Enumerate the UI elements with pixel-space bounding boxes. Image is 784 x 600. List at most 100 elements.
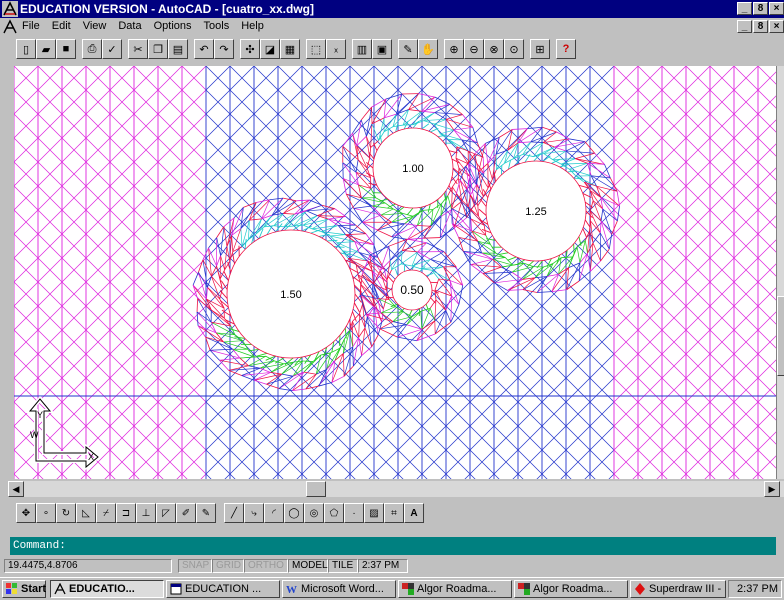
zoom-previous-icon[interactable]: ⊙ — [504, 39, 524, 59]
grid-toggle[interactable]: GRID — [212, 559, 244, 573]
copy-icon[interactable]: ❐ — [148, 39, 168, 59]
rotate-icon[interactable]: ↻ — [56, 503, 76, 523]
properties-icon[interactable]: ▥ — [352, 39, 372, 59]
vertical-scrollbar[interactable] — [776, 66, 784, 479]
mesh-edge — [86, 474, 110, 479]
doc-minimize-button[interactable]: _ — [737, 20, 752, 33]
mesh-edge — [248, 234, 256, 240]
mesh-edge — [266, 376, 293, 384]
erase-icon[interactable]: ✐ — [176, 503, 196, 523]
horizontal-scrollbar[interactable]: ◀ ▶ — [14, 481, 784, 497]
mesh-edge — [612, 221, 618, 235]
drawing-canvas[interactable]: 1.001.251.500.50 Y X W — [14, 66, 776, 479]
menu-options[interactable]: Options — [154, 20, 192, 32]
block-icon[interactable]: ⌗ — [384, 503, 404, 523]
snap-toggle[interactable]: SNAP — [178, 559, 212, 573]
copy-object-icon[interactable]: ∘ — [36, 503, 56, 523]
undo-icon[interactable]: ↶ — [194, 39, 214, 59]
break-icon[interactable]: ⊥ — [136, 503, 156, 523]
mesh-edge — [417, 226, 431, 227]
zoom-all-icon[interactable]: ⊗ — [484, 39, 504, 59]
mesh-edge — [575, 153, 594, 158]
command-line[interactable]: Command: — [10, 537, 776, 555]
task-word[interactable]: W Microsoft Word... — [282, 580, 396, 598]
menu-file[interactable]: File — [22, 20, 40, 32]
line-icon[interactable]: ╱ — [224, 503, 244, 523]
fillet-icon[interactable]: ◸ — [156, 503, 176, 523]
mesh-edge — [451, 296, 452, 322]
task-autocad[interactable]: EDUCATIO... — [50, 580, 164, 598]
start-button[interactable]: Start — [2, 580, 46, 598]
move-icon[interactable]: ✥ — [16, 503, 36, 523]
doc-restore-button[interactable]: 8 — [753, 20, 768, 33]
spellcheck-icon[interactable]: ✓ — [102, 39, 122, 59]
circle-icon[interactable]: ◯ — [284, 503, 304, 523]
menu-view[interactable]: View — [83, 20, 107, 32]
horizontal-scroll-thumb[interactable] — [306, 481, 326, 497]
autocad-app-icon[interactable] — [2, 1, 18, 17]
document-icon[interactable] — [2, 19, 18, 35]
menu-data[interactable]: Data — [118, 20, 141, 32]
layers-icon[interactable]: ▦ — [280, 39, 300, 59]
model-toggle[interactable]: MODEL — [288, 559, 328, 573]
mesh-edge — [389, 246, 390, 260]
mesh-drawing[interactable]: 1.001.251.500.50 Y X W — [14, 66, 776, 479]
task-algor-1[interactable]: Algor Roadma... — [398, 580, 512, 598]
maximize-button[interactable]: 8 — [753, 2, 768, 15]
select-window-icon[interactable]: ⬚ — [306, 39, 326, 59]
polygon-icon[interactable]: ⬠ — [324, 503, 344, 523]
pan-icon[interactable]: ✋ — [418, 39, 438, 59]
minimize-button[interactable]: _ — [737, 2, 752, 15]
point-icon[interactable]: · — [344, 503, 364, 523]
point-filter-icon[interactable]: ₓ — [326, 39, 346, 59]
mesh-edge — [278, 474, 302, 479]
menu-help[interactable]: Help — [241, 20, 264, 32]
cut-icon[interactable]: ✂ — [128, 39, 148, 59]
task-education[interactable]: EDUCATION ... — [166, 580, 280, 598]
task-superdraw[interactable]: Superdraw III - ... — [630, 580, 726, 598]
zoom-window-icon[interactable]: ◪ — [260, 39, 280, 59]
vertical-scroll-thumb[interactable] — [777, 296, 784, 376]
text-icon[interactable]: A — [404, 503, 424, 523]
hatch-icon[interactable]: ▨ — [364, 503, 384, 523]
zoom-out-icon[interactable]: ⊖ — [464, 39, 484, 59]
start-label: Start — [21, 583, 46, 595]
mesh-edge — [229, 370, 242, 375]
donut-icon[interactable]: ◎ — [304, 503, 324, 523]
scroll-right-arrow-icon[interactable]: ▶ — [764, 481, 780, 497]
task-algor-2[interactable]: Algor Roadma... — [514, 580, 628, 598]
close-button[interactable]: × — [769, 2, 784, 15]
scale-icon[interactable]: ◺ — [76, 503, 96, 523]
mesh-edge — [758, 378, 776, 402]
redraw-icon[interactable]: ✎ — [398, 39, 418, 59]
open-folder-icon[interactable]: ▰ — [36, 39, 56, 59]
menu-tools[interactable]: Tools — [204, 20, 230, 32]
polyline-icon[interactable]: ⤷ — [244, 503, 264, 523]
explode-icon[interactable]: ✎ — [196, 503, 216, 523]
mesh-edge — [397, 337, 416, 341]
inquiry-icon[interactable]: ▣ — [372, 39, 392, 59]
paste-icon[interactable]: ▤ — [168, 39, 188, 59]
print-icon[interactable]: ⎙ — [82, 39, 102, 59]
help-icon[interactable]: ? — [556, 39, 576, 59]
mesh-edge — [446, 310, 451, 322]
extend-icon[interactable]: ⊐ — [116, 503, 136, 523]
mesh-edge — [327, 240, 338, 241]
mesh-edge — [423, 209, 433, 210]
snap-icon[interactable]: ✣ — [240, 39, 260, 59]
save-icon[interactable]: ■ — [56, 39, 76, 59]
aerial-view-icon[interactable]: ⊞ — [530, 39, 550, 59]
mesh-edge — [373, 271, 387, 296]
ortho-toggle[interactable]: ORTHO — [244, 559, 288, 573]
menu-edit[interactable]: Edit — [52, 20, 71, 32]
tile-toggle[interactable]: TILE — [328, 559, 358, 573]
mesh-edge — [686, 474, 710, 479]
scroll-left-arrow-icon[interactable]: ◀ — [8, 481, 24, 497]
doc-close-button[interactable]: × — [769, 20, 784, 33]
redo-icon[interactable]: ↷ — [214, 39, 234, 59]
trim-icon[interactable]: ⌿ — [96, 503, 116, 523]
mesh-edge — [359, 314, 360, 338]
zoom-in-icon[interactable]: ⊕ — [444, 39, 464, 59]
new-file-icon[interactable]: ▯ — [16, 39, 36, 59]
arc-icon[interactable]: ◜ — [264, 503, 284, 523]
